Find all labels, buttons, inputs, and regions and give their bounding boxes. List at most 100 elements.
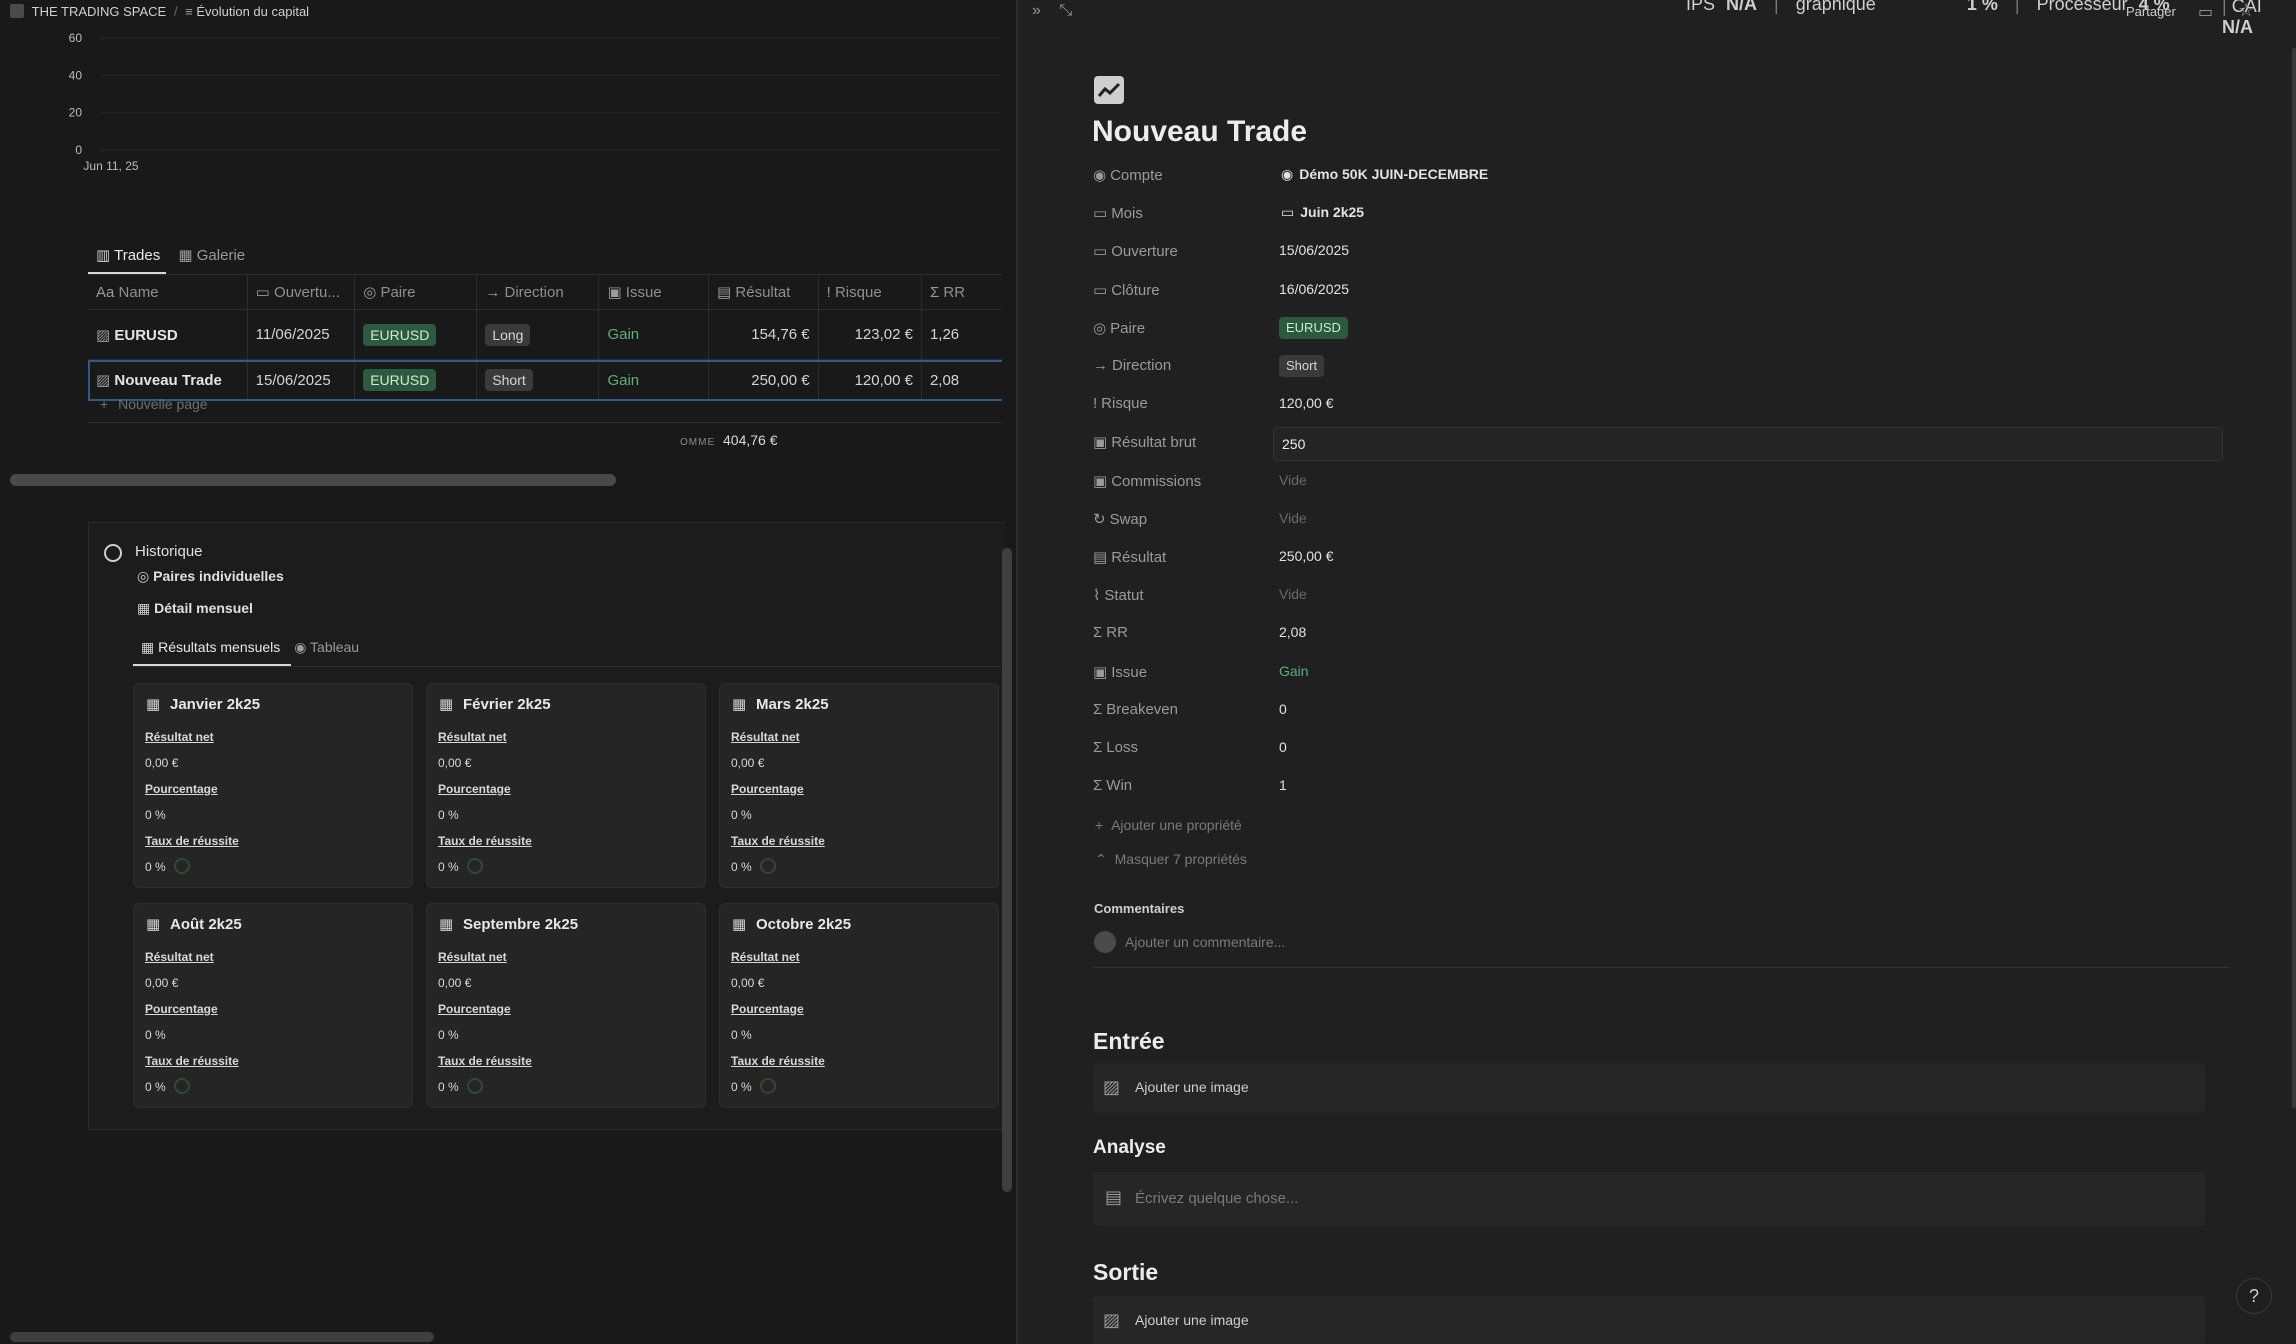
property-value[interactable]: 16/06/2025 bbox=[1279, 281, 1349, 297]
page-title[interactable]: Nouveau Trade bbox=[1092, 115, 1307, 149]
property-row[interactable]: ⌇ Statut Vide bbox=[1093, 580, 2243, 610]
sum-cell[interactable]: OMME 404,76 € bbox=[680, 432, 778, 448]
cell-pair[interactable]: EURUSD bbox=[354, 309, 478, 360]
col-result[interactable]: ▤ Résultat bbox=[708, 275, 819, 310]
property-value[interactable]: Vide bbox=[1279, 586, 1307, 602]
property-row[interactable]: ◎ Paire EURUSD bbox=[1093, 313, 2243, 343]
table-row[interactable]: ▨ Nouveau Trade 15/06/2025 EURUSD Short … bbox=[88, 359, 1002, 401]
sortie-image-block[interactable]: ▨ Ajouter une image bbox=[1093, 1296, 2205, 1344]
share-button[interactable]: Partager bbox=[2126, 4, 2176, 19]
cell-risk[interactable]: 120,00 € bbox=[818, 359, 922, 401]
tab-tableau[interactable]: ◉ Tableau bbox=[294, 639, 359, 655]
property-row[interactable]: ▭ Ouverture 15/06/2025 bbox=[1093, 236, 2243, 266]
toggle-circle-icon[interactable] bbox=[104, 544, 122, 562]
property-row[interactable]: ! Risque 120,00 € bbox=[1093, 389, 2243, 419]
property-name[interactable]: ⌇ Statut bbox=[1093, 586, 1144, 604]
col-pair[interactable]: ◎ Paire bbox=[354, 275, 478, 310]
tab-trades[interactable]: ▥ Trades bbox=[96, 247, 164, 264]
property-name[interactable]: ◎ Paire bbox=[1093, 319, 1145, 337]
col-name[interactable]: Aa Name bbox=[88, 275, 248, 310]
resultat-brut-input[interactable]: 250 bbox=[1273, 427, 2223, 462]
property-name[interactable]: ▣ Résultat brut bbox=[1093, 433, 1196, 451]
month-card[interactable]: ▦ Septembre 2k25 Résultat net 0,00 € Pourcen… bbox=[426, 903, 706, 1108]
property-value[interactable]: 0 bbox=[1279, 701, 1287, 717]
analyse-text-block[interactable]: ▤ Écrivez quelque chose... bbox=[1093, 1172, 2205, 1226]
month-card[interactable]: ▦ Mars 2k25 Résultat net 0,00 € Pourcentage 0… bbox=[719, 683, 999, 888]
breadcrumb-workspace[interactable]: THE TRADING SPACE bbox=[32, 4, 167, 19]
entree-image-block[interactable]: ▨ Ajouter une image bbox=[1093, 1063, 2205, 1113]
property-row[interactable]: ▣ Commissions Vide bbox=[1093, 466, 2243, 496]
property-value[interactable]: 120,00 € bbox=[1279, 395, 1334, 411]
property-row[interactable]: Σ Win 1 bbox=[1093, 771, 2243, 801]
comment-input[interactable]: Ajouter un commentaire... bbox=[1125, 934, 1285, 950]
cell-issue[interactable]: Gain bbox=[598, 309, 710, 360]
add-property-button[interactable]: + Ajouter une propriété bbox=[1095, 817, 1242, 833]
property-row[interactable]: ▣ Issue Gain bbox=[1093, 657, 2243, 687]
cell-risk[interactable]: 123,02 € bbox=[818, 309, 922, 360]
cell-result[interactable]: 250,00 € bbox=[708, 359, 819, 401]
link-paires[interactable]: ◎ Paires individuelles bbox=[137, 568, 284, 585]
double-chevron-icon[interactable]: » bbox=[1032, 2, 1041, 19]
property-name[interactable]: ▤ Résultat bbox=[1093, 548, 1166, 566]
property-value[interactable]: Vide bbox=[1279, 510, 1307, 526]
breadcrumb-page[interactable]: Évolution du capital bbox=[196, 4, 309, 19]
vertical-scrollbar[interactable] bbox=[1002, 548, 1012, 1192]
property-value[interactable]: Vide bbox=[1279, 472, 1307, 488]
property-row[interactable]: ▤ Résultat 250,00 € bbox=[1093, 542, 2243, 572]
star-icon[interactable]: ☆ bbox=[2238, 0, 2254, 21]
property-name[interactable]: Σ Loss bbox=[1093, 739, 1138, 756]
property-name[interactable]: ↻ Swap bbox=[1093, 510, 1147, 528]
new-page-button[interactable]: + Nouvelle page bbox=[100, 396, 208, 412]
col-open[interactable]: ▭ Ouvertu... bbox=[247, 275, 356, 310]
month-card[interactable]: ▦ Février 2k25 Résultat net 0,00 € Pourcenta… bbox=[426, 683, 706, 888]
property-name[interactable]: → Direction bbox=[1093, 357, 1171, 374]
property-name[interactable]: ! Risque bbox=[1093, 395, 1148, 412]
property-name[interactable]: ◉ Compte bbox=[1093, 166, 1163, 184]
cell-name[interactable]: ▨ Nouveau Trade bbox=[88, 359, 248, 401]
property-name[interactable]: ▣ Issue bbox=[1093, 663, 1147, 681]
property-name[interactable]: ▭ Mois bbox=[1093, 204, 1143, 222]
cell-issue[interactable]: Gain bbox=[598, 359, 710, 401]
expand-icon[interactable]: ⤡ bbox=[1059, 2, 1072, 19]
horizontal-scrollbar[interactable] bbox=[10, 474, 616, 486]
month-card[interactable]: ▦ Janvier 2k25 Résultat net 0,00 € Pourcenta… bbox=[133, 683, 413, 888]
property-value[interactable]: 0 bbox=[1279, 739, 1287, 755]
history-title[interactable]: Historique bbox=[135, 543, 203, 560]
property-name[interactable]: Σ Win bbox=[1093, 777, 1132, 794]
tab-galerie[interactable]: ▦ Galerie bbox=[178, 247, 245, 264]
vertical-scrollbar[interactable] bbox=[2292, 48, 2296, 1108]
property-value[interactable]: 1 bbox=[1279, 777, 1287, 793]
property-name[interactable]: Σ RR bbox=[1093, 624, 1128, 641]
property-row[interactable]: Σ Breakeven 0 bbox=[1093, 695, 2243, 725]
cell-pair[interactable]: EURUSD bbox=[354, 359, 478, 401]
cell-name[interactable]: ▨ EURUSD bbox=[88, 309, 248, 360]
property-row[interactable]: ↻ Swap Vide bbox=[1093, 504, 2243, 534]
cell-open[interactable]: 11/06/2025 bbox=[247, 309, 356, 360]
property-row[interactable]: Σ Loss 0 bbox=[1093, 733, 2243, 763]
property-value[interactable]: Short bbox=[1279, 355, 1325, 377]
property-row[interactable]: ▣ Résultat brut 250 bbox=[1093, 427, 2243, 462]
property-value[interactable]: Gain bbox=[1279, 663, 1309, 679]
cell-direction[interactable]: Long bbox=[476, 309, 600, 360]
property-row[interactable]: → Direction Short bbox=[1093, 351, 2243, 381]
help-button[interactable]: ? bbox=[2236, 1278, 2272, 1314]
property-row[interactable]: Σ RR 2,08 bbox=[1093, 618, 2243, 648]
cell-result[interactable]: 154,76 € bbox=[708, 309, 819, 360]
page-chart-icon[interactable] bbox=[1094, 76, 1124, 104]
tab-resultats[interactable]: ▦ Résultats mensuels bbox=[141, 639, 284, 655]
property-value[interactable]: ▭ Juin 2k25 bbox=[1281, 204, 1364, 221]
property-row[interactable]: ◉ Compte ◉ Démo 50K JUIN-DECEMBRE bbox=[1093, 160, 2243, 190]
col-issue[interactable]: ▣ Issue bbox=[598, 275, 710, 310]
comment-icon[interactable]: ▭ bbox=[2198, 2, 2213, 22]
property-name[interactable]: ▭ Clôture bbox=[1093, 281, 1160, 299]
property-value[interactable]: ◉ Démo 50K JUIN-DECEMBRE bbox=[1281, 166, 1488, 183]
month-card[interactable]: ▦ Octobre 2k25 Résultat net 0,00 € Pourcenta… bbox=[719, 903, 999, 1108]
cell-rr[interactable]: 1,26 bbox=[921, 309, 1002, 360]
property-value[interactable]: 15/06/2025 bbox=[1279, 242, 1349, 258]
hide-properties-button[interactable]: ⌃ Masquer 7 propriétés bbox=[1095, 851, 1247, 868]
property-name[interactable]: Σ Breakeven bbox=[1093, 701, 1178, 718]
month-card[interactable]: ▦ Août 2k25 Résultat net 0,00 € Pourcentage 0… bbox=[133, 903, 413, 1108]
col-rr[interactable]: Σ RR bbox=[921, 275, 1002, 310]
property-value[interactable]: 2,08 bbox=[1279, 624, 1306, 640]
cell-direction[interactable]: Short bbox=[476, 359, 600, 401]
